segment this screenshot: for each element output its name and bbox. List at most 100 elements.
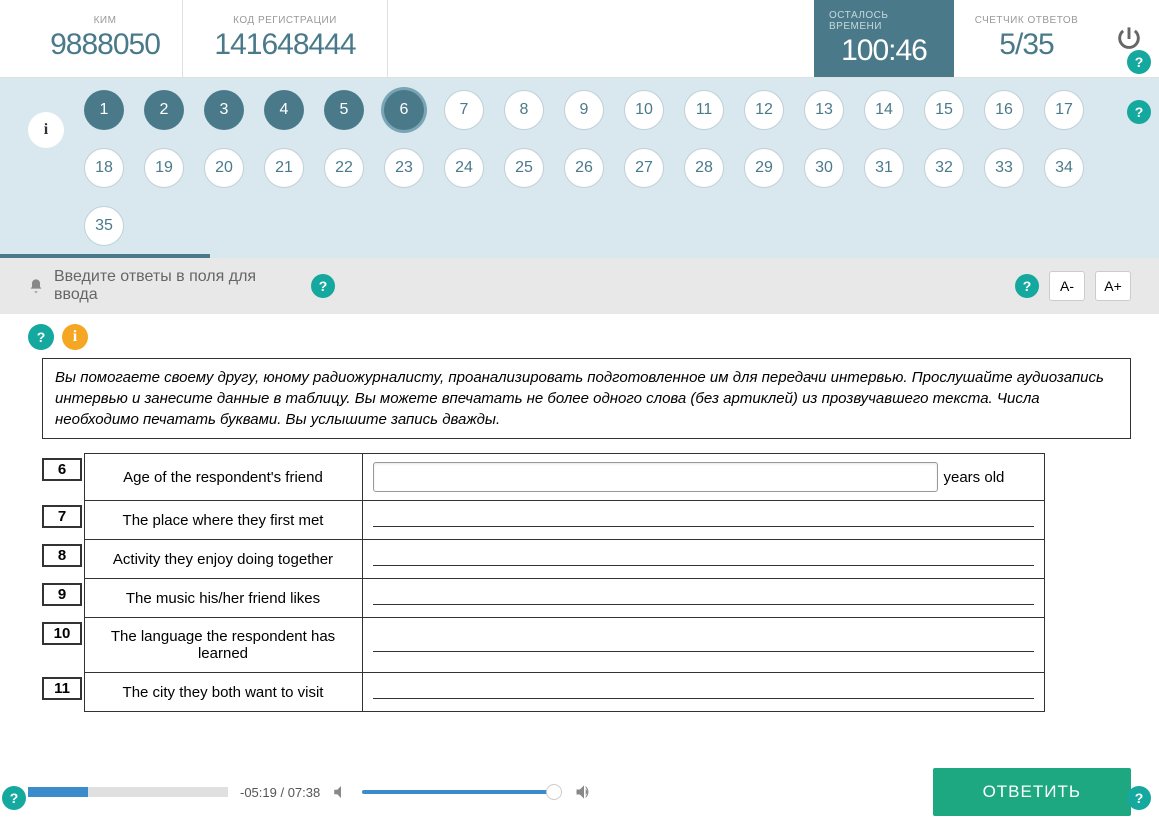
nav-item-3[interactable]: 3 — [204, 90, 244, 130]
nav-item-6[interactable]: 6 — [384, 90, 424, 130]
nav-item-23[interactable]: 23 — [384, 148, 424, 188]
prompt-text: Введите ответы в поля для ввода — [54, 268, 301, 304]
nav-item-17[interactable]: 17 — [1044, 90, 1084, 130]
nav-item-31[interactable]: 31 — [864, 148, 904, 188]
nav-item-5[interactable]: 5 — [324, 90, 364, 130]
nav-item-20[interactable]: 20 — [204, 148, 244, 188]
row-num-11: 11 — [42, 677, 82, 700]
nav-item-8[interactable]: 8 — [504, 90, 544, 130]
prompt-help-2[interactable]: ? — [1015, 274, 1039, 298]
answers-value: 5/35 — [999, 28, 1053, 62]
audio-progress-fill — [28, 787, 88, 797]
nav-item-13[interactable]: 13 — [804, 90, 844, 130]
row-answer-10 — [362, 618, 1044, 673]
content-icons: ? i — [28, 324, 1131, 350]
nav-item-25[interactable]: 25 — [504, 148, 544, 188]
answer-input-6[interactable] — [373, 462, 938, 492]
audio-progress[interactable] — [28, 787, 228, 797]
task-table: 6Age of the respondent's friend years old… — [42, 453, 1045, 712]
content-help[interactable]: ? — [28, 324, 54, 350]
prompt-bar: Введите ответы в поля для ввода ? ? A- A… — [0, 258, 1159, 314]
row-label-8: Activity they enjoy doing together — [84, 540, 362, 579]
font-plus-button[interactable]: A+ — [1095, 271, 1131, 301]
row-num-9: 9 — [42, 583, 82, 606]
nav-item-32[interactable]: 32 — [924, 148, 964, 188]
nav-item-19[interactable]: 19 — [144, 148, 184, 188]
nav-item-11[interactable]: 11 — [684, 90, 724, 130]
row-answer-9 — [362, 579, 1044, 618]
answer-line-10[interactable] — [373, 634, 1034, 652]
row-num-6: 6 — [42, 458, 82, 481]
nav-panel: i 12345678910111213141516171819202122232… — [0, 78, 1159, 258]
footer: -05:19 / 07:38 ОТВЕТИТЬ — [0, 768, 1159, 816]
time-value: 100:46 — [841, 34, 927, 68]
nav-item-30[interactable]: 30 — [804, 148, 844, 188]
nav-item-15[interactable]: 15 — [924, 90, 964, 130]
info-button[interactable]: i — [28, 112, 64, 148]
nav-item-22[interactable]: 22 — [324, 148, 364, 188]
nav-item-9[interactable]: 9 — [564, 90, 604, 130]
font-minus-button[interactable]: A- — [1049, 271, 1085, 301]
nav-numbers: 1234567891011121314151617181920212223242… — [74, 90, 1131, 246]
row-label-7: The place where they first met — [84, 501, 362, 540]
nav-item-4[interactable]: 4 — [264, 90, 304, 130]
row-answer-7 — [362, 501, 1044, 540]
nav-item-14[interactable]: 14 — [864, 90, 904, 130]
answer-line-8[interactable] — [373, 548, 1034, 566]
power-icon — [1115, 25, 1143, 53]
side-help-3[interactable]: ? — [2, 786, 26, 810]
header: КИМ 9888050 КОД РЕГИСТРАЦИИ 141648444 ОС… — [0, 0, 1159, 78]
nav-item-33[interactable]: 33 — [984, 148, 1024, 188]
prompt-help[interactable]: ? — [311, 274, 335, 298]
audio-time: -05:19 / 07:38 — [240, 785, 320, 800]
reg-value: 141648444 — [214, 28, 355, 62]
row-num-8: 8 — [42, 544, 82, 567]
answer-line-7[interactable] — [373, 509, 1034, 527]
answer-line-9[interactable] — [373, 587, 1034, 605]
answer-button[interactable]: ОТВЕТИТЬ — [933, 768, 1131, 816]
nav-progress — [0, 254, 210, 258]
time-cell: ОСТАЛОСЬ ВРЕМЕНИ 100:46 — [814, 0, 954, 77]
nav-item-16[interactable]: 16 — [984, 90, 1024, 130]
content: ? i Вы помогаете своему другу, юному рад… — [0, 314, 1159, 722]
row-answer-8 — [362, 540, 1044, 579]
side-help-2[interactable]: ? — [1127, 100, 1151, 124]
nav-item-26[interactable]: 26 — [564, 148, 604, 188]
nav-item-7[interactable]: 7 — [444, 90, 484, 130]
content-info[interactable]: i — [62, 324, 88, 350]
volume-low-icon — [332, 783, 350, 801]
nav-item-18[interactable]: 18 — [84, 148, 124, 188]
reg-label: КОД РЕГИСТРАЦИИ — [233, 15, 337, 26]
reg-cell: КОД РЕГИСТРАЦИИ 141648444 — [183, 0, 388, 77]
instruction: Вы помогаете своему другу, юному радиожу… — [42, 358, 1131, 439]
nav-item-34[interactable]: 34 — [1044, 148, 1084, 188]
kim-cell: КИМ 9888050 — [28, 0, 183, 77]
row-label-6: Age of the respondent's friend — [84, 454, 362, 501]
nav-item-35[interactable]: 35 — [84, 206, 124, 246]
nav-item-1[interactable]: 1 — [84, 90, 124, 130]
volume-high-icon — [574, 782, 594, 802]
nav-item-28[interactable]: 28 — [684, 148, 724, 188]
answer-suffix-6: years old — [944, 469, 1005, 486]
nav-item-21[interactable]: 21 — [264, 148, 304, 188]
row-num-7: 7 — [42, 505, 82, 528]
volume-slider[interactable] — [362, 790, 562, 794]
row-answer-11 — [362, 673, 1044, 712]
nav-item-10[interactable]: 10 — [624, 90, 664, 130]
nav-item-12[interactable]: 12 — [744, 90, 784, 130]
nav-item-29[interactable]: 29 — [744, 148, 784, 188]
row-label-11: The city they both want to visit — [84, 673, 362, 712]
row-label-9: The music his/her friend likes — [84, 579, 362, 618]
nav-item-2[interactable]: 2 — [144, 90, 184, 130]
row-label-10: The language the respondent has learned — [84, 618, 362, 673]
side-help-1[interactable]: ? — [1127, 50, 1151, 74]
bell-icon — [28, 278, 44, 294]
nav-item-24[interactable]: 24 — [444, 148, 484, 188]
row-num-10: 10 — [42, 622, 82, 645]
answer-line-11[interactable] — [373, 681, 1034, 699]
side-help-4[interactable]: ? — [1127, 786, 1151, 810]
volume-thumb[interactable] — [546, 784, 562, 800]
row-answer-6: years old — [362, 454, 1044, 501]
nav-item-27[interactable]: 27 — [624, 148, 664, 188]
answers-label: СЧЕТЧИК ОТВЕТОВ — [975, 15, 1079, 26]
